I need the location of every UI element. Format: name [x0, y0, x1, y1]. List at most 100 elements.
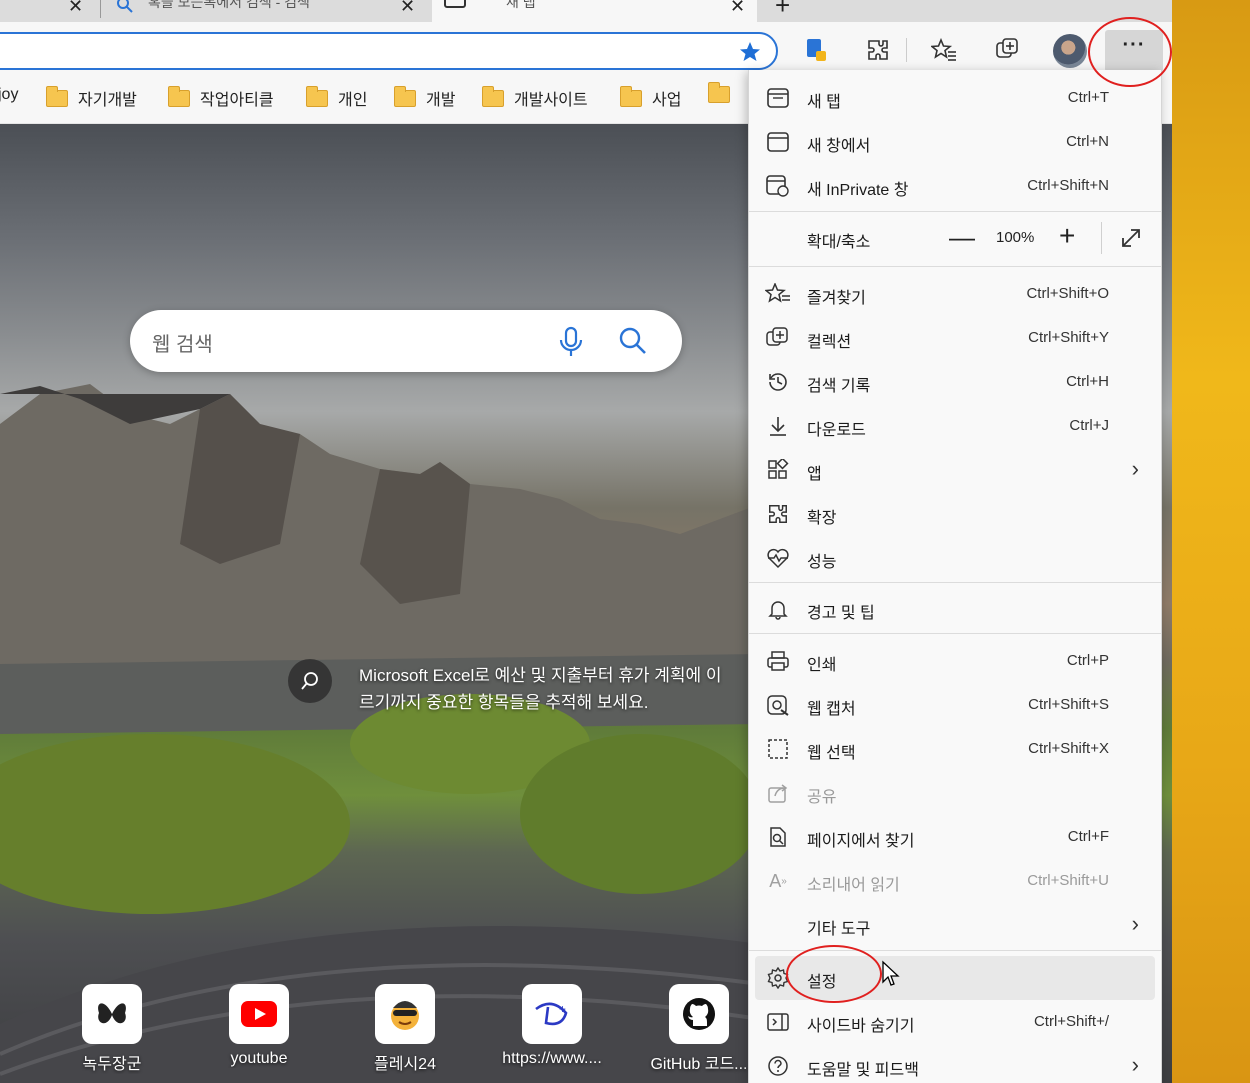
- tab-search[interactable]: 혹을 모든복에서 검색 - 검색 ✕: [108, 0, 420, 22]
- new-tab-icon: [765, 86, 791, 110]
- menu-item-inprivate[interactable]: 새 InPrivate 창 Ctrl+Shift+N: [749, 164, 1161, 208]
- favorite-folder[interactable]: [708, 82, 740, 103]
- zoom-out-button[interactable]: —: [949, 222, 975, 253]
- menu-separator: [749, 582, 1161, 583]
- menu-item-print[interactable]: 인쇄 Ctrl+P: [749, 639, 1161, 683]
- annotation-circle: [786, 945, 882, 1003]
- new-tab-page-icon: [444, 0, 466, 8]
- menu-item-shortcut: Ctrl+T: [1067, 89, 1109, 106]
- image-info-search-icon[interactable]: [288, 659, 332, 703]
- settings-and-more-menu: 새 탭 Ctrl+T 새 창에서 Ctrl+N 새 InPrivate 창 Ct…: [748, 70, 1162, 1083]
- new-window-icon: [765, 130, 791, 154]
- tab-divider: [100, 0, 101, 18]
- menu-item-extensions[interactable]: 확장: [749, 492, 1161, 536]
- menu-item-label: 소리내어 읽기: [807, 877, 900, 894]
- menu-item-shortcut: Ctrl+Shift+/: [1033, 1013, 1109, 1030]
- share-icon: [765, 781, 791, 805]
- menu-item-new-window[interactable]: 새 창에서 Ctrl+N: [749, 120, 1161, 164]
- quick-link[interactable]: + https://www....: [492, 984, 612, 1068]
- favorite-label: 개발: [426, 92, 456, 109]
- menu-item-find-on-page[interactable]: 페이지에서 찾기 Ctrl+F: [749, 815, 1161, 859]
- menu-item-more-tools[interactable]: 기타 도구 ›: [749, 903, 1161, 947]
- image-fact-text[interactable]: Microsoft Excel로 예산 및 지출부터 휴가 계획에 이르기까지 …: [359, 662, 729, 716]
- apps-icon: [765, 458, 791, 482]
- quick-link[interactable]: GitHub 코드...: [639, 984, 759, 1074]
- tab-first[interactable]: ✕: [0, 0, 96, 22]
- menu-item-help-feedback[interactable]: 도움말 및 피드백 ›: [749, 1044, 1161, 1083]
- favorite-folder[interactable]: 개인: [306, 85, 368, 110]
- address-bar[interactable]: [0, 32, 778, 70]
- folder-icon: [708, 82, 730, 103]
- favorite-label: 사업: [652, 92, 682, 109]
- menu-item-hide-sidebar[interactable]: 사이드바 숨기기 Ctrl+Shift+/: [749, 1000, 1161, 1044]
- quick-link-label: https://www....: [502, 1050, 602, 1067]
- tab-title: 혹을 모든복에서 검색 - 검색: [148, 0, 310, 10]
- zoom-in-button[interactable]: +: [1059, 220, 1075, 252]
- annotation-circle: [1088, 17, 1172, 87]
- performance-icon: [765, 546, 791, 570]
- read-aloud-icon: A»: [769, 870, 787, 891]
- favorite-label: 개인: [338, 92, 368, 109]
- menu-item-favorites[interactable]: 즐겨찾기 Ctrl+Shift+O: [749, 272, 1161, 316]
- search-tab-icon: [117, 0, 133, 13]
- menu-item-label: 인쇄: [807, 657, 837, 674]
- web-search-box[interactable]: 웹 검색: [130, 310, 682, 372]
- bell-icon: [765, 597, 791, 621]
- menu-item-collections[interactable]: 컬렉션 Ctrl+Shift+Y: [749, 316, 1161, 360]
- favorite-folder[interactable]: 자기개발: [46, 85, 137, 110]
- extensions-toolbar-icon[interactable]: [864, 36, 892, 64]
- favorites-toolbar-icon[interactable]: [930, 36, 958, 64]
- menu-item-performance[interactable]: 성능: [749, 536, 1161, 580]
- menu-item-new-tab[interactable]: 새 탭 Ctrl+T: [749, 76, 1161, 120]
- new-tab-plus-icon[interactable]: +: [775, 0, 790, 21]
- disney-plus-icon: +: [522, 984, 582, 1044]
- tab-close-icon[interactable]: ✕: [400, 0, 415, 17]
- menu-item-label: 도움말 및 피드백: [807, 1062, 919, 1079]
- favorite-folder[interactable]: 사업: [620, 85, 682, 110]
- menu-item-read-aloud: A» 소리내어 읽기 Ctrl+Shift+U: [749, 859, 1161, 903]
- menu-item-zoom: 확대/축소 — 100% +: [749, 216, 1161, 260]
- menu-item-shortcut: Ctrl+J: [1069, 417, 1109, 434]
- favorite-folder[interactable]: 개발사이트: [482, 85, 588, 110]
- collections-icon: [765, 326, 791, 350]
- search-icon[interactable]: [618, 326, 648, 356]
- fullscreen-icon[interactable]: [1119, 226, 1143, 250]
- quick-link[interactable]: 플레시24: [345, 984, 465, 1074]
- menu-item-label: 경고 및 팁: [807, 605, 875, 622]
- menu-item-web-select[interactable]: 웹 선택 Ctrl+Shift+X: [749, 727, 1161, 771]
- menu-item-label: 웹 캡처: [807, 701, 856, 718]
- wallet-icon[interactable]: [802, 36, 830, 64]
- menu-item-shortcut: Ctrl+P: [1066, 652, 1109, 669]
- microphone-icon[interactable]: [558, 326, 584, 358]
- search-placeholder: 웹 검색: [152, 334, 213, 356]
- tab-strip: ✕ 혹을 모든복에서 검색 - 검색 ✕ 새 탭 ✕ +: [0, 0, 1172, 22]
- menu-item-alerts-tips[interactable]: 경고 및 팁: [749, 587, 1161, 631]
- menu-item-shortcut: Ctrl+Shift+S: [1028, 696, 1109, 713]
- favorite-folder[interactable]: 개발: [394, 85, 456, 110]
- menu-item-shortcut: Ctrl+Shift+U: [1027, 872, 1109, 889]
- background-landscape: [0, 384, 760, 1083]
- folder-icon: [394, 85, 416, 107]
- menu-item-downloads[interactable]: 다운로드 Ctrl+J: [749, 404, 1161, 448]
- menu-item-web-capture[interactable]: 웹 캡처 Ctrl+Shift+S: [749, 683, 1161, 727]
- menu-item-label: 새 탭: [807, 94, 841, 111]
- menu-item-label: 즐겨찾기: [807, 290, 866, 307]
- folder-icon: [306, 85, 328, 107]
- tab-new-tab[interactable]: 새 탭 ✕: [432, 0, 757, 22]
- quick-link[interactable]: youtube: [199, 984, 319, 1068]
- tab-close-icon[interactable]: ✕: [730, 0, 745, 17]
- profile-avatar[interactable]: [1053, 34, 1087, 68]
- download-icon: [765, 414, 791, 438]
- favorite-folder[interactable]: 작업아티클: [168, 85, 274, 110]
- menu-item-apps[interactable]: 앱 ›: [749, 448, 1161, 492]
- menu-separator: [749, 211, 1161, 212]
- collections-toolbar-icon[interactable]: [994, 36, 1022, 64]
- favorite-label: joy: [0, 86, 19, 103]
- quick-link[interactable]: 녹두장군: [52, 984, 172, 1074]
- github-icon: [669, 984, 729, 1044]
- tab-close-icon[interactable]: ✕: [68, 0, 83, 17]
- favorite-star-icon[interactable]: [738, 40, 762, 64]
- menu-item-history[interactable]: 검색 기록 Ctrl+H: [749, 360, 1161, 404]
- folder-icon: [168, 85, 190, 107]
- favorite-item[interactable]: joy: [0, 86, 18, 104]
